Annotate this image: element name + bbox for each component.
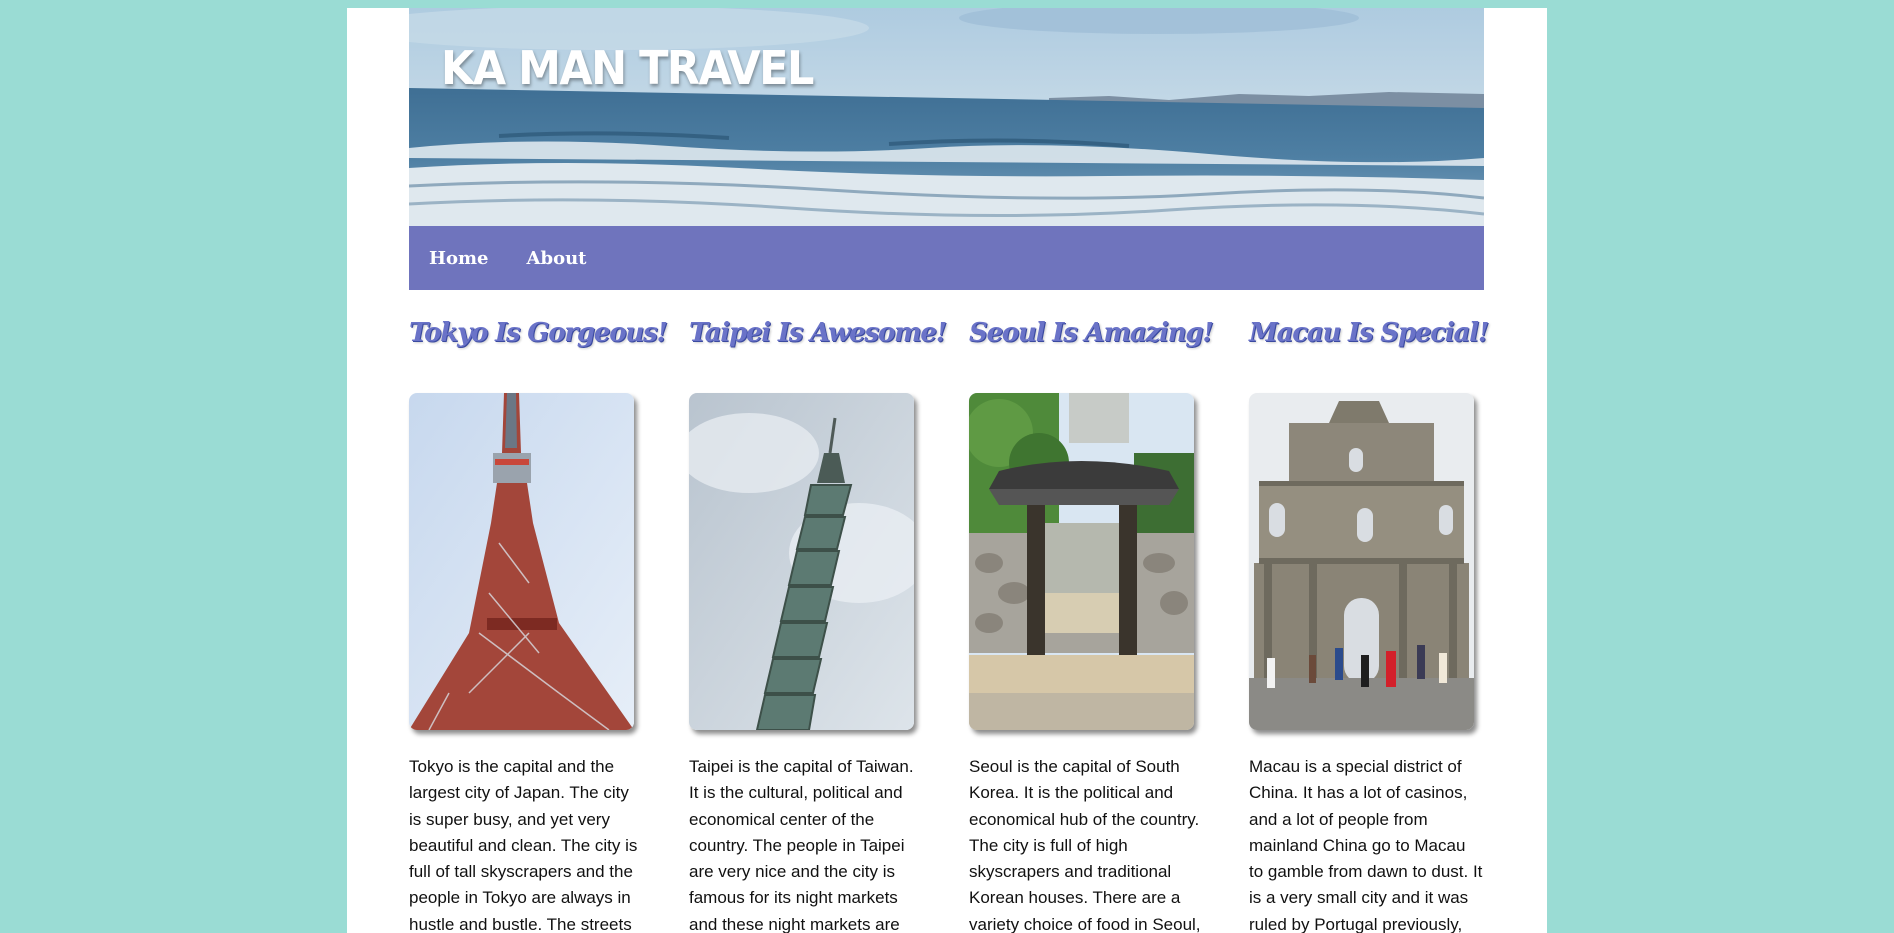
post-macau: Macau Is Special! Macau is a special dis…: [1249, 318, 1489, 933]
post-text: Macau is a special district of China. It…: [1249, 757, 1483, 933]
post-tokyo: Tokyo Is Gorgeous! Tokyo is the capital …: [409, 318, 668, 933]
site-title[interactable]: KA MAN TRAVEL: [441, 42, 814, 96]
page-container: KA MAN TRAVEL Home About Tokyo Is Gorgeo…: [347, 8, 1547, 933]
ruins-of-st-paul-photo[interactable]: [1249, 393, 1474, 730]
post-taipei: Taipei Is Awesome! Taipei is the capital…: [689, 318, 947, 933]
post-title[interactable]: Tokyo Is Gorgeous!: [409, 318, 668, 348]
post-title[interactable]: Seoul Is Amazing!: [969, 318, 1214, 348]
taipei-101-photo[interactable]: [689, 393, 914, 730]
post-seoul: Seoul Is Amazing! Seoul is the capital o…: [969, 318, 1214, 933]
korean-gate-photo[interactable]: [969, 393, 1194, 730]
post-title[interactable]: Taipei Is Awesome!: [689, 318, 947, 348]
post-text: Tokyo is the capital and the largest cit…: [409, 757, 638, 933]
post-text: Taipei is the capital of Taiwan. It is t…: [689, 757, 914, 933]
nav-about-link[interactable]: About: [527, 248, 587, 269]
post-text: Seoul is the capital of South Korea. It …: [969, 757, 1201, 933]
post-title[interactable]: Macau Is Special!: [1249, 318, 1489, 348]
tokyo-tower-photo[interactable]: [409, 393, 634, 730]
ocean-waves-banner-image: [409, 8, 1484, 226]
nav-home-link[interactable]: Home: [429, 248, 489, 269]
main-nav: Home About: [409, 226, 1484, 290]
header-banner: KA MAN TRAVEL: [409, 8, 1484, 226]
